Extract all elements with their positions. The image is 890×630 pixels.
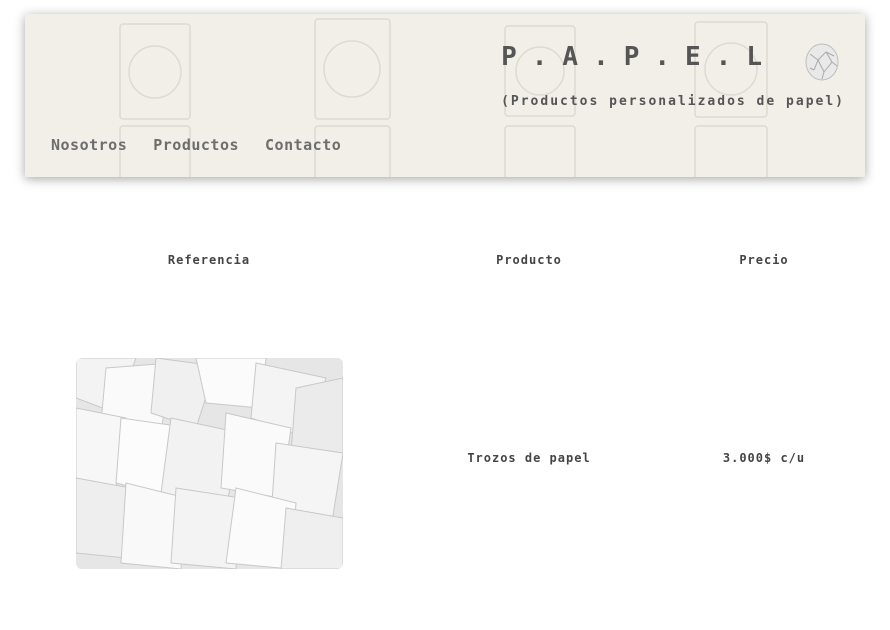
column-header-reference: Referencia (167, 253, 251, 267)
main-nav: Nosotros Productos Contacto (51, 136, 367, 154)
product-image-paper-pieces (76, 358, 343, 569)
brand-title: P.A.P.E.L (501, 42, 777, 72)
nav-link-contacto[interactable]: Contacto (265, 136, 341, 154)
site-header: P.A.P.E.L (Productos personalizados de p… (25, 14, 865, 177)
column-header-product: Producto (496, 253, 562, 267)
paper-ball-icon (805, 43, 839, 81)
nav-link-productos[interactable]: Productos (153, 136, 239, 154)
column-header-price: Precio (739, 253, 789, 267)
nav-link-nosotros[interactable]: Nosotros (51, 136, 127, 154)
page: P.A.P.E.L (Productos personalizados de p… (0, 0, 890, 630)
product-name: Trozos de papel (467, 451, 591, 465)
brand-subtitle: (Productos personalizados de papel) (501, 94, 845, 109)
product-price: 3.000$ c/u (722, 451, 806, 465)
